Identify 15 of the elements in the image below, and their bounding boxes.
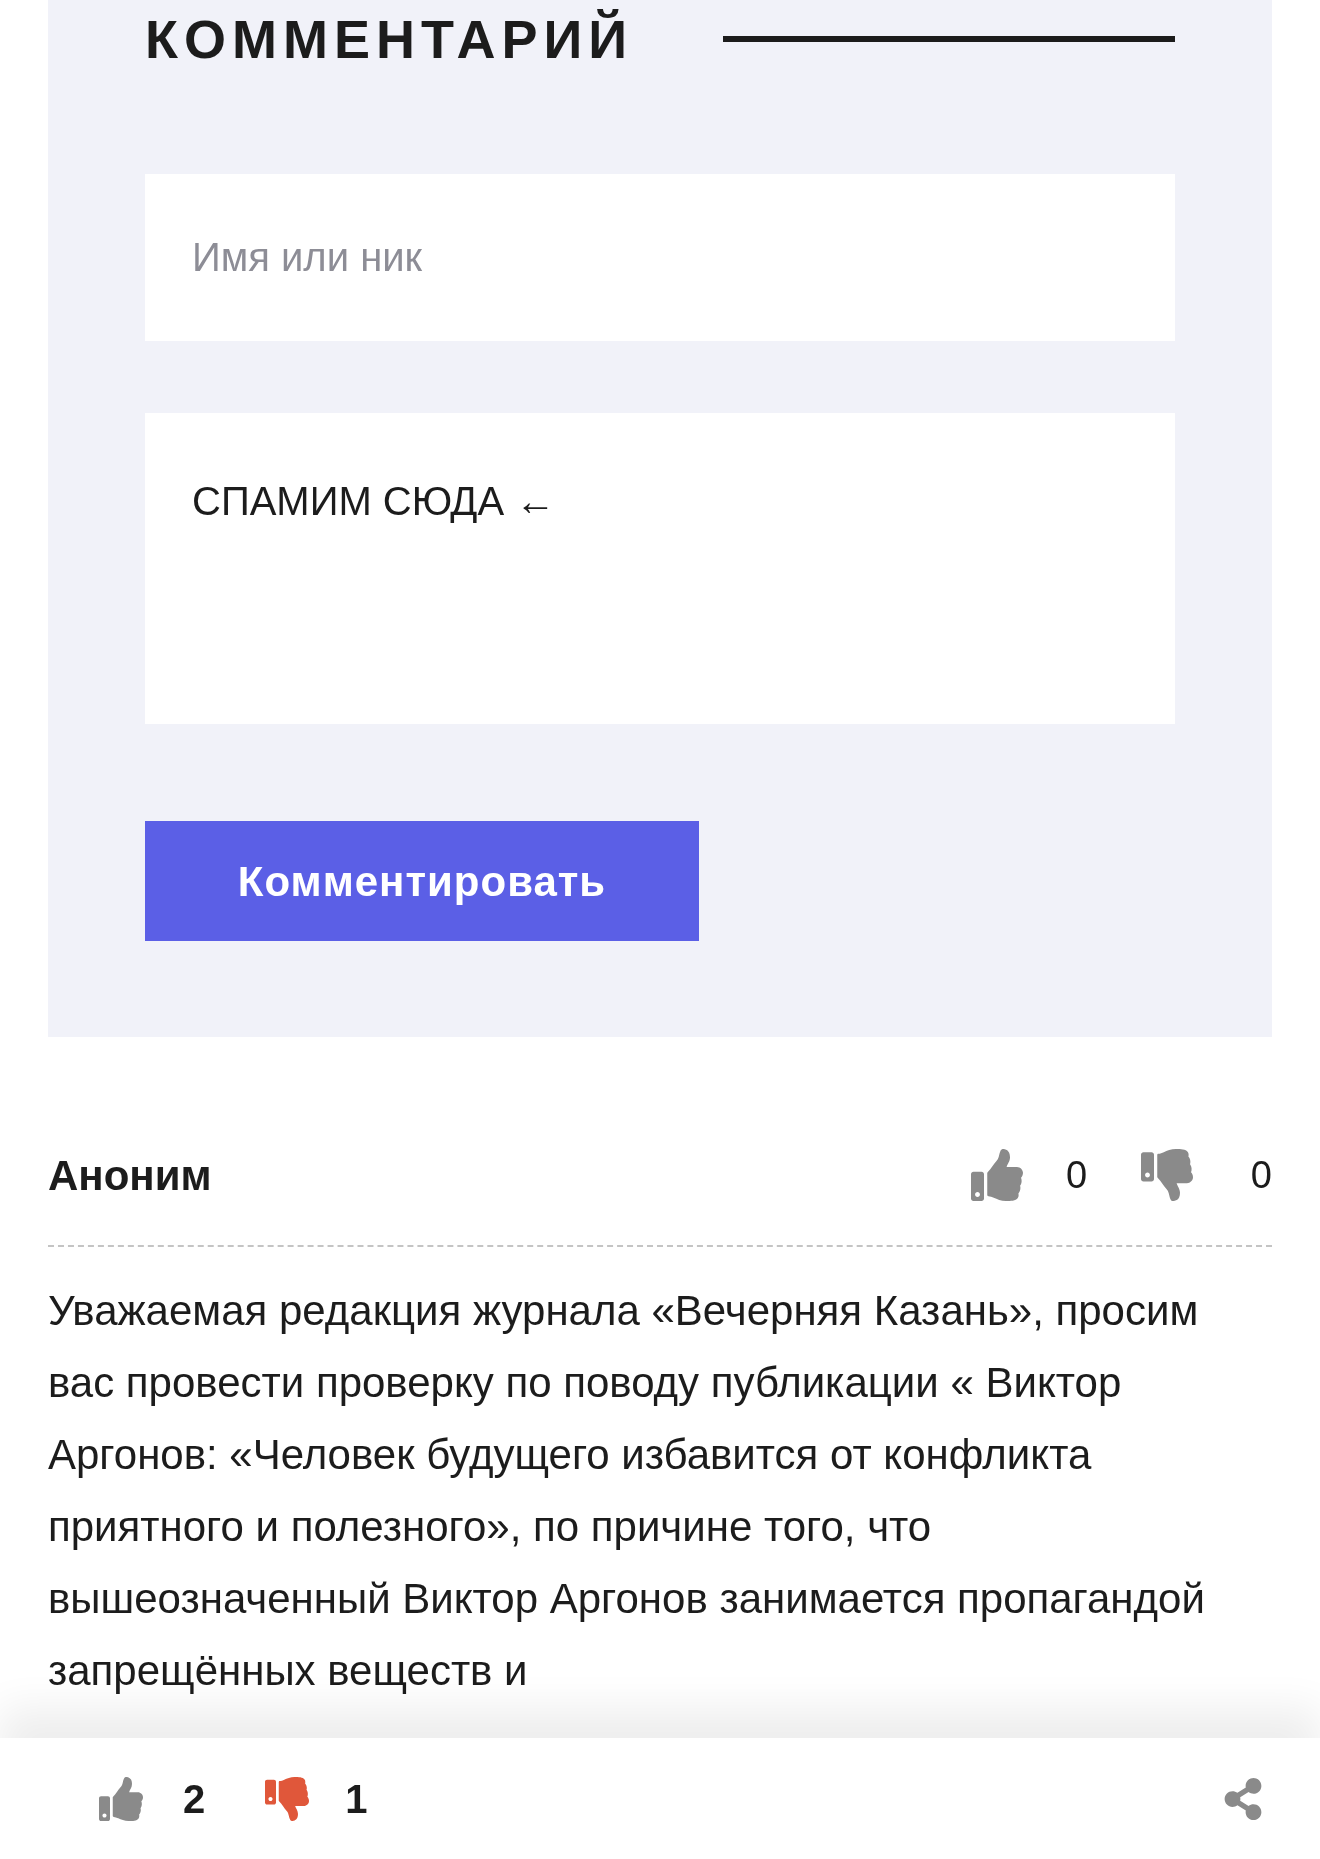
comment-author: Аноним: [48, 1150, 213, 1201]
thumbs-down-icon[interactable]: [1138, 1149, 1196, 1201]
name-field[interactable]: Имя или ник: [145, 174, 1175, 341]
dislike-count: 1: [345, 1775, 368, 1823]
comment-button[interactable]: Комментировать: [145, 821, 699, 941]
thumbs-up-icon[interactable]: [968, 1149, 1026, 1201]
section-title: КОММЕНТАРИЙ: [145, 8, 634, 71]
share-icon[interactable]: [1223, 1777, 1263, 1820]
like-count: 0: [1066, 1152, 1089, 1198]
like-count: 2: [183, 1775, 206, 1823]
thumbs-up-icon[interactable]: [97, 1776, 145, 1821]
comment-field[interactable]: СПАМИМ СЮДА ←: [145, 413, 1175, 724]
comment-text: Уважаемая редакция журнала «Вечерняя Казань», просим вас провести проверку по поводу публикации « Виктор Аргонов: «Человек будущего избавится от конфликта приятного и полезного», по причине того, что вышеозначенный Виктор Аргонов занимается пропагандой запрещённых веществ и: [48, 1286, 1206, 1696]
thumbs-down-icon[interactable]: [263, 1776, 312, 1821]
dislike-count: 0: [1249, 1152, 1272, 1198]
